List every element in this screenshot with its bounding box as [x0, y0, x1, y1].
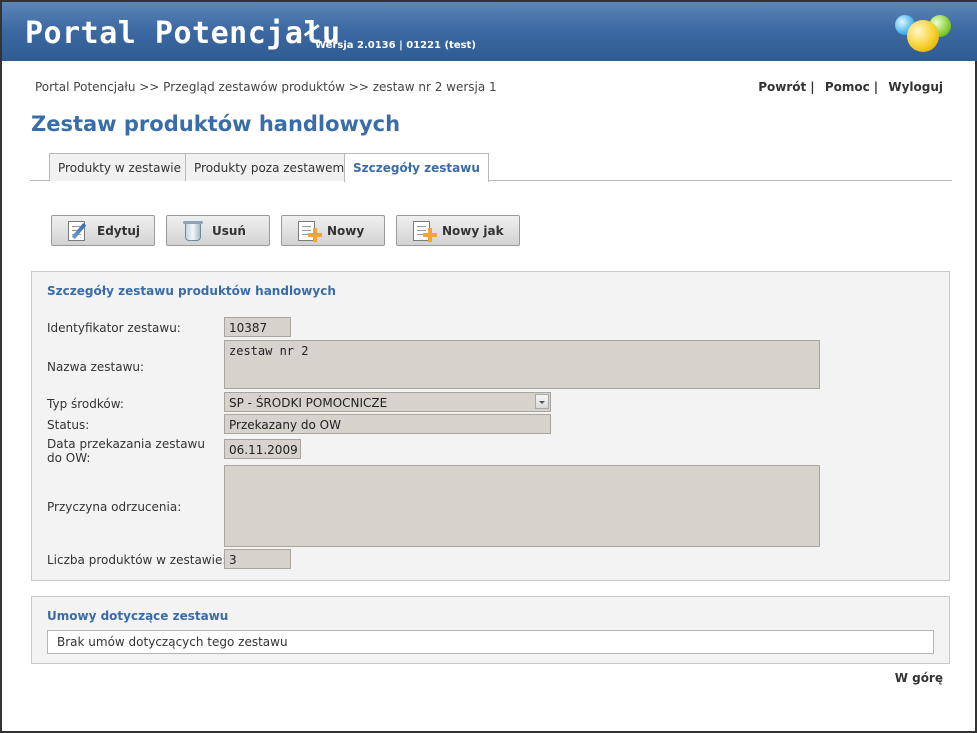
trash-bin-icon: [181, 220, 205, 242]
set-details-panel: Szczegóły zestawu produktów handlowych I…: [31, 271, 950, 581]
details-heading: Szczegóły zestawu produktów handlowych: [47, 284, 336, 298]
rejection-reason-field[interactable]: [224, 465, 820, 547]
link-separator: |: [810, 80, 815, 94]
breadcrumb[interactable]: Portal Potencjału >> Przegląd zestawów p…: [35, 80, 497, 94]
version-label: Wersja 2.0136 | 01221 (test): [315, 40, 476, 51]
rejection-reason-label: Przyczyna odrzucenia:: [47, 500, 182, 514]
help-link[interactable]: Pomoc: [825, 80, 870, 94]
chevron-down-icon[interactable]: [535, 394, 549, 409]
app-window: Portal Potencjału Wersja 2.0136 | 01221 …: [0, 0, 977, 733]
new-document-plus-icon: [296, 220, 322, 242]
new-button-label: Nowy: [327, 223, 365, 238]
status-field: Przekazany do OW: [224, 414, 551, 434]
page-title: Zestaw produktów handlowych: [31, 112, 401, 136]
product-count-label: Liczba produktów w zestawie:: [47, 553, 227, 567]
portal-logo: [887, 8, 967, 58]
edit-document-pencil-icon: [66, 220, 90, 242]
edit-button-label: Edytuj: [97, 223, 141, 238]
transfer-date-label: Data przekazania zestawu do OW:: [47, 437, 205, 465]
product-count-field: 3: [224, 549, 291, 569]
delete-button[interactable]: Usuń: [166, 215, 270, 246]
link-separator: |: [873, 80, 879, 94]
back-to-top-link[interactable]: W górę: [895, 671, 943, 685]
funds-type-value: SP - ŚRODKI POMOCNICZE: [229, 396, 388, 410]
app-title: Portal Potencjału: [25, 16, 341, 51]
new-document-plus-icon: [411, 220, 437, 242]
tab-products-outside-set[interactable]: Produkty poza zestawem: [185, 153, 354, 181]
tab-bar: Produkty w zestawie Produkty poza zestaw…: [30, 152, 952, 182]
back-link[interactable]: Powrót: [758, 80, 806, 94]
set-id-label: Identyfikator zestawu:: [47, 321, 181, 335]
contracts-heading: Umowy dotyczące zestawu: [47, 609, 229, 623]
edit-button[interactable]: Edytuj: [51, 215, 155, 246]
tab-set-details[interactable]: Szczegóły zestawu: [344, 153, 489, 182]
set-name-field[interactable]: zestaw nr 2: [224, 340, 820, 389]
set-name-label: Nazwa zestawu:: [47, 360, 145, 374]
no-contracts-message: Brak umów dotyczących tego zestawu: [47, 630, 934, 654]
funds-type-select[interactable]: SP - ŚRODKI POMOCNICZE: [224, 392, 551, 412]
status-label: Status:: [47, 418, 90, 432]
set-id-field: 10387: [224, 317, 291, 337]
tab-products-in-set[interactable]: Produkty w zestawie: [49, 153, 190, 181]
transfer-date-field: 06.11.2009: [224, 439, 301, 459]
top-links: Powrót | Pomoc | Wyloguj: [758, 80, 943, 94]
new-like-button[interactable]: Nowy jak: [396, 215, 520, 246]
logout-link[interactable]: Wyloguj: [888, 80, 943, 94]
delete-button-label: Usuń: [212, 223, 246, 238]
contracts-panel: Umowy dotyczące zestawu Brak umów dotycz…: [31, 596, 950, 664]
logo-yellow-ball: [907, 20, 939, 52]
new-button[interactable]: Nowy: [281, 215, 385, 246]
funds-type-label: Typ środków:: [47, 397, 124, 411]
new-like-button-label: Nowy jak: [442, 223, 504, 238]
header-bar: Portal Potencjału Wersja 2.0136 | 01221 …: [2, 0, 977, 61]
